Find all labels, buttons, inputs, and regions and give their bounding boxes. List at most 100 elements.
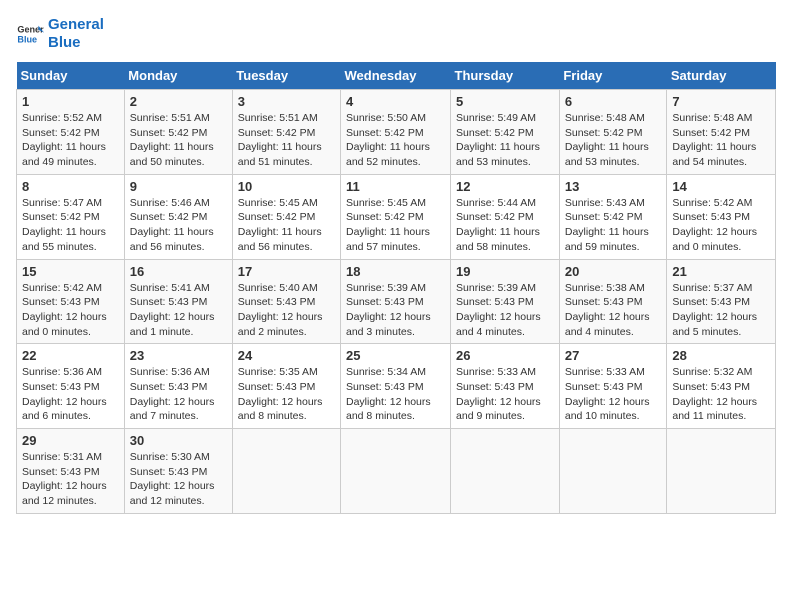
calendar-cell: 29Sunrise: 5:31 AMSunset: 5:43 PMDayligh…: [17, 429, 125, 514]
calendar-cell: 1 Sunrise: 5:52 AMSunset: 5:42 PMDaylight…: [17, 90, 125, 175]
logo-icon: General Blue: [16, 20, 44, 48]
day-number: 21: [672, 264, 770, 279]
day-info: Sunrise: 5:46 AMSunset: 5:42 PMDaylight:…: [130, 196, 227, 255]
calendar-cell: 26Sunrise: 5:33 AMSunset: 5:43 PMDayligh…: [451, 344, 560, 429]
day-number: 8: [22, 179, 119, 194]
calendar-cell: 12 Sunrise: 5:44 AMSunset: 5:42 PMDayligh…: [451, 174, 560, 259]
header-thursday: Thursday: [451, 62, 560, 90]
calendar-cell: [232, 429, 340, 514]
day-number: 4: [346, 94, 445, 109]
day-info: Sunrise: 5:34 AMSunset: 5:43 PMDaylight:…: [346, 365, 445, 424]
day-info: Sunrise: 5:38 AMSunset: 5:43 PMDaylight:…: [565, 281, 662, 340]
day-number: 19: [456, 264, 554, 279]
header-wednesday: Wednesday: [341, 62, 451, 90]
calendar-cell: 20 Sunrise: 5:38 AMSunset: 5:43 PMDayligh…: [559, 259, 667, 344]
day-info: Sunrise: 5:35 AMSunset: 5:43 PMDaylight:…: [238, 365, 335, 424]
calendar-week-row: 8 Sunrise: 5:47 AMSunset: 5:42 PMDaylight…: [17, 174, 776, 259]
day-number: 18: [346, 264, 445, 279]
calendar-cell: 10 Sunrise: 5:45 AMSunset: 5:42 PMDayligh…: [232, 174, 340, 259]
day-number: 7: [672, 94, 770, 109]
calendar-cell: 13 Sunrise: 5:43 AMSunset: 5:42 PMDayligh…: [559, 174, 667, 259]
day-info: Sunrise: 5:50 AMSunset: 5:42 PMDaylight:…: [346, 111, 445, 170]
day-info: Sunrise: 5:48 AMSunset: 5:42 PMDaylight:…: [672, 111, 770, 170]
day-info: Sunrise: 5:31 AMSunset: 5:43 PMDaylight:…: [22, 450, 119, 509]
day-info: Sunrise: 5:47 AMSunset: 5:42 PMDaylight:…: [22, 196, 119, 255]
day-info: Sunrise: 5:39 AMSunset: 5:43 PMDaylight:…: [346, 281, 445, 340]
day-info: Sunrise: 5:36 AMSunset: 5:43 PMDaylight:…: [130, 365, 227, 424]
calendar-cell: 6Sunrise: 5:48 AMSunset: 5:42 PMDaylight…: [559, 90, 667, 175]
day-info: Sunrise: 5:51 AMSunset: 5:42 PMDaylight:…: [238, 111, 335, 170]
calendar-cell: 21 Sunrise: 5:37 AMSunset: 5:43 PMDayligh…: [667, 259, 776, 344]
day-number: 15: [22, 264, 119, 279]
day-number: 25: [346, 348, 445, 363]
calendar-cell: 15 Sunrise: 5:42 AMSunset: 5:43 PMDayligh…: [17, 259, 125, 344]
calendar-cell: 28Sunrise: 5:32 AMSunset: 5:43 PMDayligh…: [667, 344, 776, 429]
day-info: Sunrise: 5:39 AMSunset: 5:43 PMDaylight:…: [456, 281, 554, 340]
day-info: Sunrise: 5:49 AMSunset: 5:42 PMDaylight:…: [456, 111, 554, 170]
logo: General Blue GeneralBlue: [16, 16, 104, 52]
day-number: 27: [565, 348, 662, 363]
day-number: 24: [238, 348, 335, 363]
day-number: 3: [238, 94, 335, 109]
calendar-cell: 4 Sunrise: 5:50 AMSunset: 5:42 PMDaylight…: [341, 90, 451, 175]
day-info: Sunrise: 5:33 AMSunset: 5:43 PMDaylight:…: [456, 365, 554, 424]
day-number: 16: [130, 264, 227, 279]
calendar-cell: 30Sunrise: 5:30 AMSunset: 5:43 PMDayligh…: [124, 429, 232, 514]
day-number: 20: [565, 264, 662, 279]
calendar-cell: 5 Sunrise: 5:49 AMSunset: 5:42 PMDaylight…: [451, 90, 560, 175]
calendar-cell: 19 Sunrise: 5:39 AMSunset: 5:43 PMDayligh…: [451, 259, 560, 344]
header-friday: Friday: [559, 62, 667, 90]
header-monday: Monday: [124, 62, 232, 90]
day-info: Sunrise: 5:40 AMSunset: 5:43 PMDaylight:…: [238, 281, 335, 340]
header-saturday: Saturday: [667, 62, 776, 90]
day-number: 23: [130, 348, 227, 363]
calendar-cell: 24 Sunrise: 5:35 AMSunset: 5:43 PMDayligh…: [232, 344, 340, 429]
calendar-cell: 14 Sunrise: 5:42 AMSunset: 5:43 PMDayligh…: [667, 174, 776, 259]
day-info: Sunrise: 5:48 AMSunset: 5:42 PMDaylight:…: [565, 111, 662, 170]
day-info: Sunrise: 5:42 AMSunset: 5:43 PMDaylight:…: [672, 196, 770, 255]
day-number: 30: [130, 433, 227, 448]
day-info: Sunrise: 5:51 AMSunset: 5:42 PMDaylight:…: [130, 111, 227, 170]
calendar-cell: 7 Sunrise: 5:48 AMSunset: 5:42 PMDaylight…: [667, 90, 776, 175]
calendar-header-row: SundayMondayTuesdayWednesdayThursdayFrid…: [17, 62, 776, 90]
calendar-table: SundayMondayTuesdayWednesdayThursdayFrid…: [16, 62, 776, 514]
day-number: 5: [456, 94, 554, 109]
day-info: Sunrise: 5:42 AMSunset: 5:43 PMDaylight:…: [22, 281, 119, 340]
calendar-week-row: 1 Sunrise: 5:52 AMSunset: 5:42 PMDaylight…: [17, 90, 776, 175]
header-sunday: Sunday: [17, 62, 125, 90]
day-number: 11: [346, 179, 445, 194]
day-number: 17: [238, 264, 335, 279]
day-info: Sunrise: 5:43 AMSunset: 5:42 PMDaylight:…: [565, 196, 662, 255]
calendar-week-row: 29Sunrise: 5:31 AMSunset: 5:43 PMDayligh…: [17, 429, 776, 514]
day-number: 14: [672, 179, 770, 194]
day-number: 1: [22, 94, 119, 109]
calendar-cell: 18 Sunrise: 5:39 AMSunset: 5:43 PMDayligh…: [341, 259, 451, 344]
day-number: 10: [238, 179, 335, 194]
page-header: General Blue GeneralBlue: [16, 16, 776, 52]
day-number: 12: [456, 179, 554, 194]
day-number: 22: [22, 348, 119, 363]
calendar-cell: 23 Sunrise: 5:36 AMSunset: 5:43 PMDayligh…: [124, 344, 232, 429]
day-info: Sunrise: 5:52 AMSunset: 5:42 PMDaylight:…: [22, 111, 119, 170]
calendar-cell: 17 Sunrise: 5:40 AMSunset: 5:43 PMDayligh…: [232, 259, 340, 344]
calendar-cell: 8 Sunrise: 5:47 AMSunset: 5:42 PMDaylight…: [17, 174, 125, 259]
calendar-cell: [451, 429, 560, 514]
day-number: 13: [565, 179, 662, 194]
day-number: 2: [130, 94, 227, 109]
day-info: Sunrise: 5:44 AMSunset: 5:42 PMDaylight:…: [456, 196, 554, 255]
day-info: Sunrise: 5:36 AMSunset: 5:43 PMDaylight:…: [22, 365, 119, 424]
calendar-cell: 22 Sunrise: 5:36 AMSunset: 5:43 PMDayligh…: [17, 344, 125, 429]
header-tuesday: Tuesday: [232, 62, 340, 90]
calendar-week-row: 15 Sunrise: 5:42 AMSunset: 5:43 PMDayligh…: [17, 259, 776, 344]
calendar-cell: 9 Sunrise: 5:46 AMSunset: 5:42 PMDaylight…: [124, 174, 232, 259]
calendar-cell: 2 Sunrise: 5:51 AMSunset: 5:42 PMDaylight…: [124, 90, 232, 175]
calendar-cell: [341, 429, 451, 514]
day-info: Sunrise: 5:45 AMSunset: 5:42 PMDaylight:…: [346, 196, 445, 255]
day-info: Sunrise: 5:45 AMSunset: 5:42 PMDaylight:…: [238, 196, 335, 255]
calendar-cell: 25 Sunrise: 5:34 AMSunset: 5:43 PMDayligh…: [341, 344, 451, 429]
day-info: Sunrise: 5:37 AMSunset: 5:43 PMDaylight:…: [672, 281, 770, 340]
day-info: Sunrise: 5:41 AMSunset: 5:43 PMDaylight:…: [130, 281, 227, 340]
day-number: 9: [130, 179, 227, 194]
svg-text:Blue: Blue: [17, 34, 37, 44]
logo-text: GeneralBlue: [48, 16, 104, 52]
